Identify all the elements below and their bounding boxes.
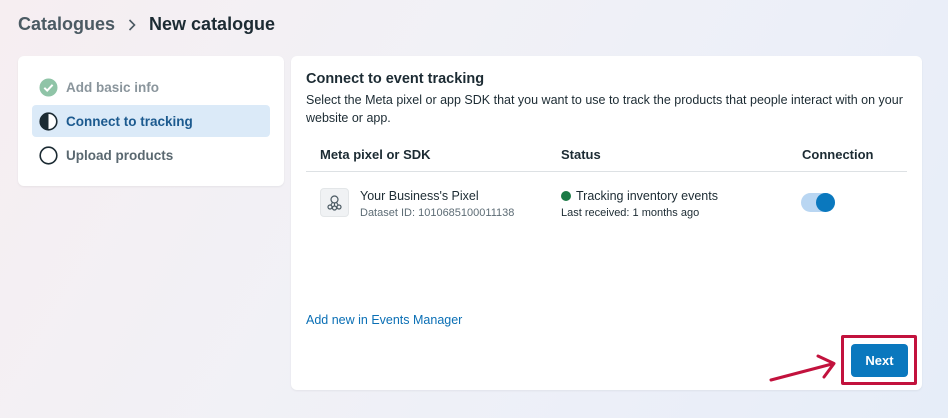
breadcrumb-catalogues[interactable]: Catalogues: [18, 14, 115, 35]
add-new-in-events-manager-link[interactable]: Add new in Events Manager: [306, 313, 462, 327]
step-label: Add basic info: [66, 79, 160, 95]
dataset-id-value: 1010685100011138: [418, 207, 515, 219]
status-text: Tracking inventory events: [576, 189, 718, 203]
column-header-pixel: Meta pixel or SDK: [320, 147, 431, 162]
step-connect-to-tracking[interactable]: Connect to tracking: [32, 105, 270, 137]
table-row: Your Business's Pixel Dataset ID: 101068…: [306, 176, 907, 232]
step-label: Connect to tracking: [66, 113, 193, 129]
half-circle-icon: [39, 111, 58, 131]
dataset-id-label: Dataset ID:: [360, 207, 416, 219]
last-received: Last received: 1 months ago: [561, 207, 699, 219]
step-label: Upload products: [66, 147, 174, 163]
step-upload-products[interactable]: Upload products: [32, 139, 270, 171]
last-received-value: 1 months ago: [632, 207, 700, 219]
next-button[interactable]: Next: [851, 344, 908, 377]
tracking-panel: Connect to event tracking Select the Met…: [291, 56, 922, 390]
empty-circle-icon: [39, 145, 58, 165]
breadcrumb: Catalogues New catalogue: [18, 14, 275, 35]
last-received-label: Last received:: [561, 207, 630, 219]
status-badge: Tracking inventory events: [561, 189, 718, 203]
pixel-icon: [320, 188, 349, 217]
table-header: Meta pixel or SDK Status Connection: [306, 140, 907, 172]
column-header-connection: Connection: [802, 147, 874, 162]
arrow-annotation-icon: [769, 354, 836, 382]
toggle-knob: [816, 193, 835, 212]
column-header-status: Status: [561, 147, 601, 162]
chevron-right-icon: [125, 18, 139, 32]
page-title: New catalogue: [149, 14, 276, 34]
steps-panel: Add basic info Connect to tracking Uploa…: [18, 56, 284, 186]
section-title: Connect to event tracking: [306, 71, 485, 87]
pixel-name: Your Business's Pixel: [360, 189, 479, 203]
dataset-id: Dataset ID: 1010685100011138: [360, 207, 514, 219]
status-dot-icon: [561, 191, 571, 201]
connection-toggle[interactable]: [801, 193, 835, 212]
check-circle-icon: [39, 78, 58, 97]
step-add-basic-info[interactable]: Add basic info: [32, 71, 270, 103]
section-description: Select the Meta pixel or app SDK that yo…: [306, 93, 903, 125]
